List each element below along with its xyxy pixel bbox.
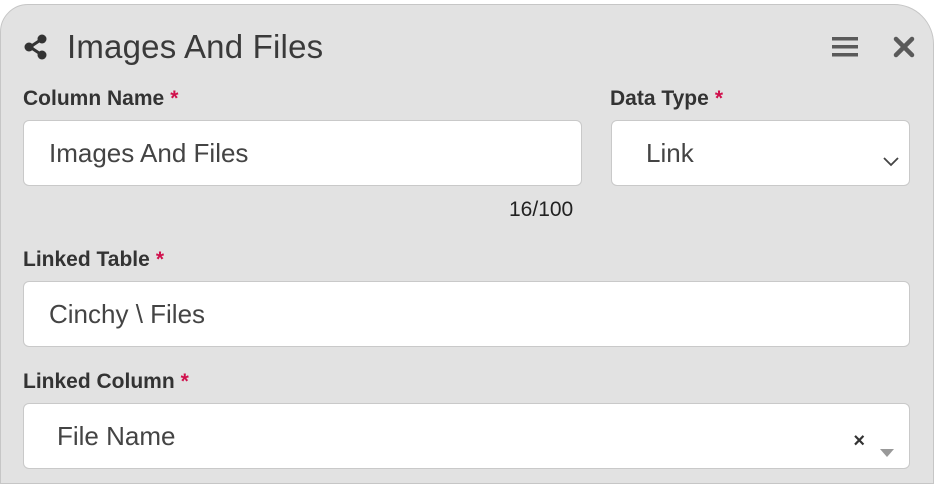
panel-title: Images And Files: [67, 28, 324, 65]
data-type-label: Data Type *: [610, 87, 723, 111]
data-type-select[interactable]: Link: [611, 120, 910, 186]
header-actions: [831, 35, 915, 59]
required-marker: *: [155, 248, 164, 271]
close-icon[interactable]: [893, 36, 915, 58]
data-type-label-text: Data Type: [610, 87, 709, 110]
hamburger-menu-icon[interactable]: [831, 35, 859, 59]
required-marker: *: [170, 87, 179, 110]
linked-column-label: Linked Column *: [23, 370, 189, 394]
required-marker: *: [180, 370, 189, 393]
linked-table-label-text: Linked Table: [23, 248, 150, 271]
column-name-label-text: Column Name: [23, 87, 165, 110]
linked-table-value: Cinchy \ Files: [49, 298, 206, 329]
linked-column-value: File Name: [57, 420, 176, 451]
share-icon: [23, 34, 49, 60]
column-name-label: Column Name *: [23, 87, 178, 111]
linked-table-label: Linked Table *: [23, 248, 164, 272]
linked-column-label-text: Linked Column: [23, 370, 175, 393]
data-type-value: Link: [646, 137, 694, 168]
column-name-value: Images And Files: [49, 137, 249, 168]
linked-table-input[interactable]: Cinchy \ Files: [23, 281, 910, 347]
required-marker: *: [714, 87, 723, 110]
panel-header: Images And Files: [23, 27, 915, 67]
clear-selection-icon[interactable]: ×: [853, 430, 865, 453]
linked-column-select[interactable]: File Name ×: [23, 403, 910, 469]
caret-down-icon[interactable]: [879, 434, 895, 457]
chevron-down-icon: [883, 144, 899, 167]
column-editor-panel: Images And Files Column Name * Images And…: [0, 4, 934, 484]
character-counter: 16/100: [509, 198, 574, 221]
column-name-input[interactable]: Images And Files: [23, 120, 582, 186]
